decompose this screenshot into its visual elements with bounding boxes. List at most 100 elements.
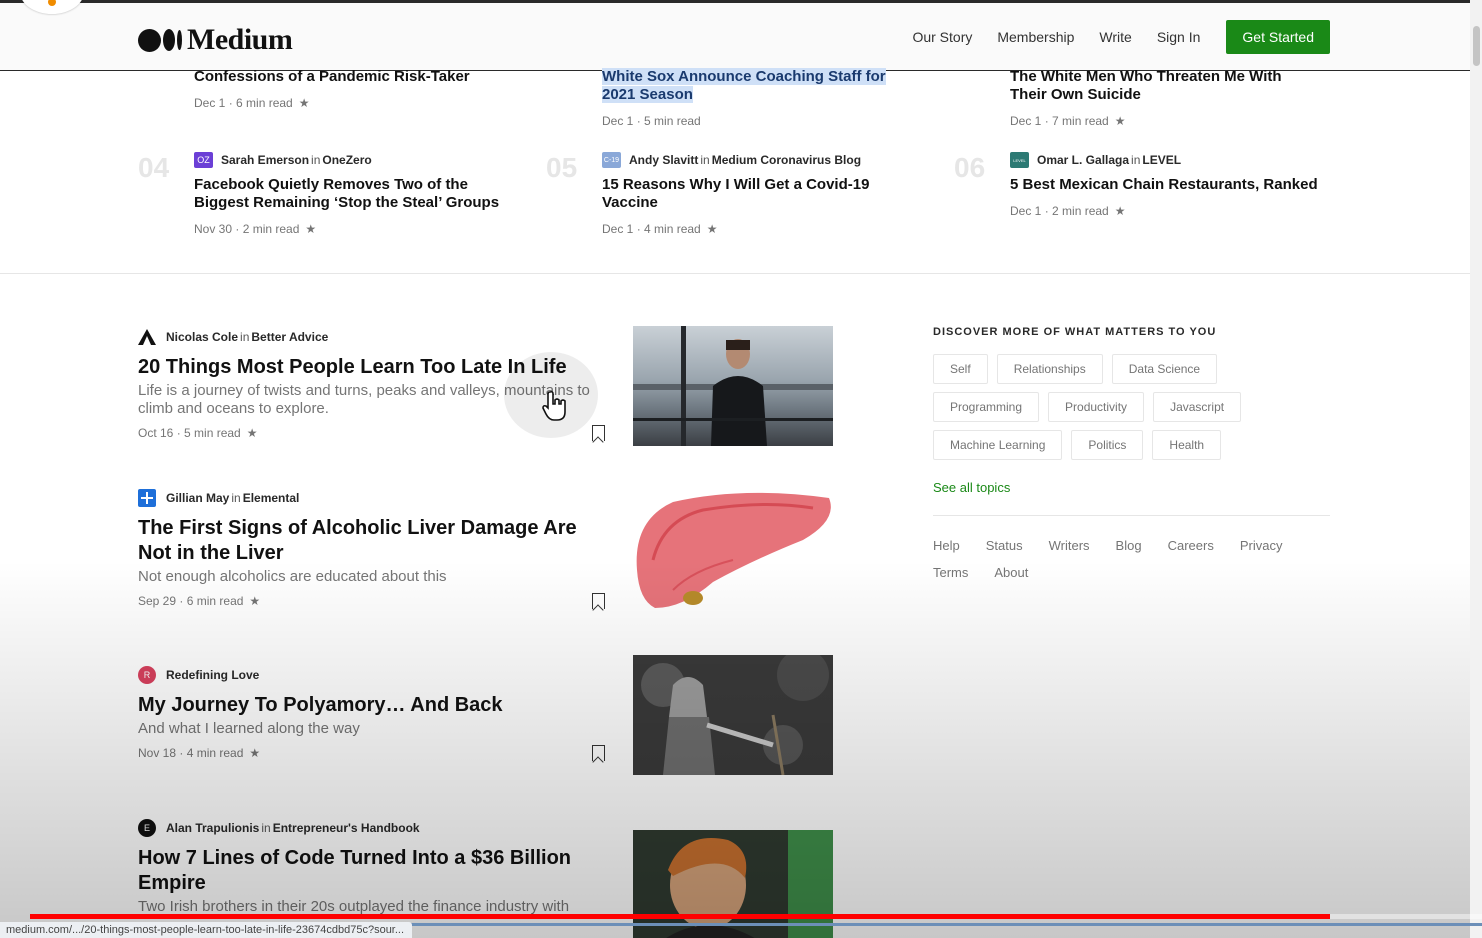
status-bar-url: medium.com/.../20-things-most-people-lea… [0,922,413,938]
post-thumbnail-image[interactable] [633,655,833,775]
trending-title[interactable]: Confessions of a Pandemic Risk-Taker [194,68,574,86]
post-date: Nov 18 [138,746,177,760]
trending-title[interactable]: 15 Reasons Why I Will Get a Covid-19 Vac… [602,176,902,212]
in-word: in [240,330,250,344]
post-title[interactable]: The First Signs of Alcoholic Liver Damag… [138,516,608,566]
discover-sidebar: DISCOVER MORE OF WHAT MATTERS TO YOU Sel… [933,326,1330,580]
post-title[interactable]: My Journey To Polyamory… And Back [138,693,608,718]
star-icon: ★ [246,426,258,440]
author-name: Nicolas Cole [166,330,239,344]
footer-help-link[interactable]: Help [933,538,960,553]
post-item[interactable]: R Redefining Love My Journey To Polyamor… [138,655,838,775]
video-progress-bar[interactable] [30,914,1482,919]
trending-item[interactable]: 04 OZ Sarah Emerson in OneZero Facebook Qu… [138,152,524,236]
bookmark-icon[interactable] [592,593,605,609]
topic-tag-machine-learning[interactable]: Machine Learning [933,430,1063,460]
bookmark-icon[interactable] [592,425,605,441]
author-name: Sarah Emerson [221,153,310,167]
read-time: 6 min read [186,594,244,608]
post-thumbnail-image[interactable] [633,490,833,610]
topic-tag-health[interactable]: Health [1152,430,1222,460]
read-time: 2 min read [1052,204,1109,218]
redefining-love-icon: R [138,666,156,684]
read-time: 5 min read [184,426,241,440]
topic-tag-politics[interactable]: Politics [1071,430,1144,460]
footer-careers-link[interactable]: Careers [1168,538,1214,553]
post-item[interactable]: Gillian May in Elemental The First Signs o… [138,489,838,610]
author-name: Alan Trapulionis [166,821,260,835]
trending-number: 04 [138,152,170,183]
scrollbar-thumb[interactable] [1473,26,1480,66]
top-nav: Our Story Membership Write Sign In Get S… [887,20,1330,54]
nav-membership[interactable]: Membership [997,29,1074,45]
star-icon: ★ [706,222,718,236]
trending-title[interactable]: 5 Best Mexican Chain Restaurants, Ranked [1010,176,1340,194]
post-thumbnail-image[interactable] [633,326,833,446]
topic-tag-relationships[interactable]: Relationships [996,354,1103,384]
get-started-button[interactable]: Get Started [1226,20,1330,54]
trending-item[interactable]: Confessions of a Pandemic Risk-Taker Dec… [194,68,574,110]
trending-author[interactable]: LEVEL Omar L. Gallaga in LEVEL [1010,152,1340,168]
publication-name: Better Advice [251,330,329,344]
trending-meta: Dec 1 · 4 min read ★ [602,222,718,236]
author-name: Omar L. Gallaga [1037,153,1130,167]
post-item[interactable]: E Alan Trapulionis in Entrepreneur's Handb… [138,819,838,938]
topic-tag-self[interactable]: Self [933,354,988,384]
trending-item[interactable]: The White Men Who Threaten Me With Their… [1010,68,1310,128]
see-all-topics-link[interactable]: See all topics [933,480,1330,495]
nav-our-story[interactable]: Our Story [912,29,972,45]
footer-writers-link[interactable]: Writers [1049,538,1090,553]
post-title[interactable]: How 7 Lines of Code Turned Into a $36 Bi… [138,846,608,896]
publication-name: Medium Coronavirus Blog [711,153,862,167]
bookmark-icon[interactable] [592,745,605,761]
star-icon: ★ [305,222,317,236]
post-date: Dec 1 [1010,114,1042,128]
post-subtitle[interactable]: And what I learned along the way [138,720,608,738]
footer-terms-link[interactable]: Terms [933,565,968,580]
author-name: Gillian May [166,491,230,505]
footer-privacy-link[interactable]: Privacy [1240,538,1283,553]
elemental-plus-icon [138,489,156,507]
trending-item[interactable]: 06 LEVEL Omar L. Gallaga in LEVEL 5 Best M… [954,152,1340,218]
medium-logo[interactable]: Medium [138,23,293,57]
trending-author[interactable]: OZ Sarah Emerson in OneZero [194,152,524,168]
post-subtitle[interactable]: Not enough alcoholics are educated about… [138,568,608,586]
read-time: 5 min read [644,114,701,128]
better-advice-triangle-icon [138,328,156,346]
star-icon: ★ [1114,114,1126,128]
footer-about-link[interactable]: About [994,565,1028,580]
post-date: Dec 1 [194,96,226,110]
page-scrollbar[interactable] [1470,0,1482,938]
trending-item[interactable]: 05 C-19 Andy Slavitt in Medium Coronavirus… [546,152,902,236]
publication-name: LEVEL [1142,153,1182,167]
footer-blog-link[interactable]: Blog [1116,538,1142,553]
publication-name: Elemental [242,491,300,505]
onezero-pub-icon: OZ [194,152,213,168]
post-date: Oct 16 [138,426,174,440]
in-word: in [700,153,710,167]
trending-meta: Dec 1 · 6 min read ★ [194,96,310,110]
trending-number: 05 [546,152,578,183]
site-header: Medium Our Story Membership Write Sign I… [0,3,1470,71]
trending-item[interactable]: White Sox Announce Coaching Staff for 20… [602,68,902,128]
trending-title[interactable]: Facebook Quietly Removes Two of the Bigg… [194,176,524,212]
topic-tag-programming[interactable]: Programming [933,392,1040,422]
read-time: 7 min read [1052,114,1109,128]
footer-status-link[interactable]: Status [986,538,1023,553]
topic-tags: Self Relationships Data Science Programm… [933,354,1330,460]
post-thumbnail-image[interactable] [633,830,833,938]
trending-title[interactable]: White Sox Announce Coaching Staff for 20… [602,68,902,104]
post-item[interactable]: Nicolas Cole in Better Advice 20 Things Mo… [138,326,838,446]
topic-tag-javascript[interactable]: Javascript [1153,392,1242,422]
publication-name: Redefining Love [166,668,260,682]
nav-sign-in[interactable]: Sign In [1157,29,1201,45]
nav-write[interactable]: Write [1099,29,1131,45]
star-icon: ★ [249,746,261,760]
post-date: Dec 1 [1010,204,1042,218]
trending-title[interactable]: The White Men Who Threaten Me With Their… [1010,68,1310,104]
level-pub-icon: LEVEL [1010,152,1029,168]
topic-tag-data-science[interactable]: Data Science [1111,354,1218,384]
read-time: 4 min read [644,222,701,236]
topic-tag-productivity[interactable]: Productivity [1048,392,1145,422]
trending-author[interactable]: C-19 Andy Slavitt in Medium Coronavirus Bl… [602,152,902,168]
